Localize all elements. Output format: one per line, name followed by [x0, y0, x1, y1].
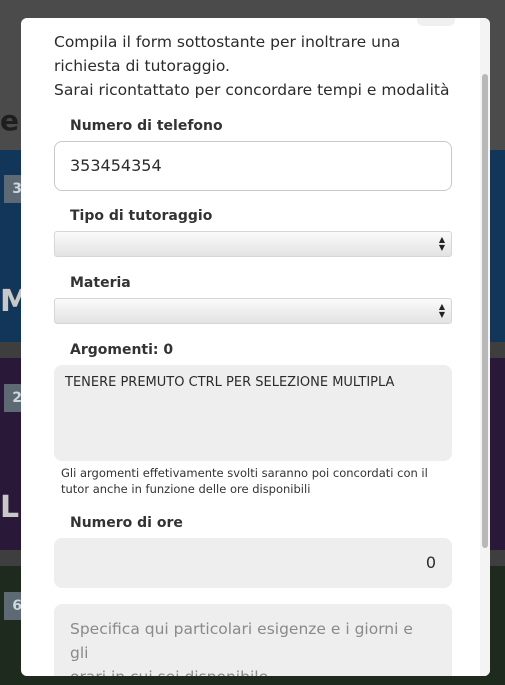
select-arrows-icon: ▲ ▼ — [438, 302, 445, 319]
topics-note: Gli argomenti effetivamente svolti saran… — [61, 465, 441, 497]
topics-multiselect[interactable]: TENERE PREMUTO CTRL PER SELEZIONE MULTIP… — [54, 365, 452, 461]
topics-note-line: Gli argomenti effetivamente svolti saran… — [61, 466, 428, 480]
notes-textarea[interactable]: Specifica qui particolari esigenze e i g… — [54, 604, 452, 676]
hours-label: Numero di ore — [70, 515, 183, 531]
topics-label: Argomenti: 0 — [70, 342, 174, 358]
modal-scrollbar-thumb[interactable] — [482, 74, 488, 548]
background-card-letter: L — [0, 490, 20, 525]
subject-label: Materia — [70, 275, 131, 291]
notes-placeholder-line: orari in cui sei disponibile — [70, 665, 436, 676]
phone-value: 353454354 — [70, 156, 162, 175]
tutoring-request-modal: Compila il form sottostante per inoltrar… — [21, 18, 490, 676]
intro-line: Sarai ricontattato per concordare tempi … — [54, 81, 450, 99]
subject-select[interactable]: ▲ ▼ — [54, 298, 452, 324]
select-arrows-icon: ▲ ▼ — [438, 235, 445, 252]
phone-label: Numero di telefono — [70, 118, 223, 134]
modal-scrollbar[interactable] — [480, 18, 490, 676]
tutoring-type-select[interactable]: ▲ ▼ — [54, 231, 452, 257]
hours-value: 0 — [425, 553, 436, 572]
phone-input[interactable]: 353454354 — [54, 141, 452, 191]
topics-note-line: tutor anche in funzione delle ore dispon… — [61, 482, 311, 496]
form-intro: Compila il form sottostante per inoltrar… — [54, 30, 454, 102]
tutoring-type-label: Tipo di tutoraggio — [70, 208, 213, 224]
intro-line: richiesta di tutoraggio. — [54, 57, 230, 75]
topics-option-hint: TENERE PREMUTO CTRL PER SELEZIONE MULTIP… — [65, 375, 395, 390]
intro-line: Compila il form sottostante per inoltrar… — [54, 33, 401, 51]
hours-input[interactable]: 0 — [54, 538, 452, 588]
modal-top-handle — [417, 18, 455, 26]
notes-placeholder-line: Specifica qui particolari esigenze e i g… — [70, 620, 413, 662]
